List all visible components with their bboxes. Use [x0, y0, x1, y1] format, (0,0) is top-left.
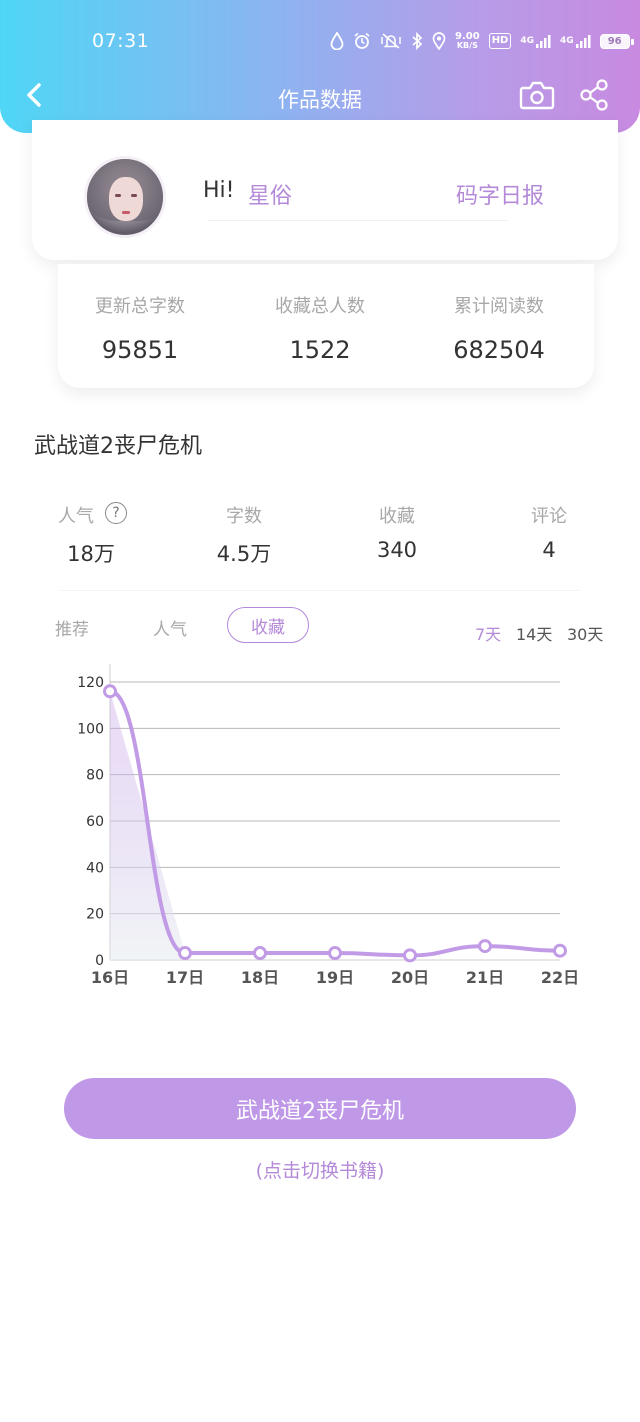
- total-reads-value: 682504: [453, 336, 545, 364]
- status-icons: 9.00 KB/S HD 4G 4G 96: [330, 30, 634, 52]
- avatar[interactable]: [84, 156, 166, 238]
- divider: [208, 220, 508, 221]
- y-tick-label: 40: [86, 860, 104, 876]
- username: 星俗: [248, 184, 293, 209]
- range-7-days[interactable]: 7天: [475, 621, 501, 645]
- x-tick-label: 16日: [91, 968, 129, 987]
- screenshot-button[interactable]: [518, 78, 556, 112]
- x-tick-label: 19日: [316, 968, 354, 987]
- avatar-lip: [122, 211, 130, 214]
- y-tick-label: 120: [77, 675, 104, 691]
- water-drop-icon: [330, 31, 344, 51]
- book-title: 武战道2丧尸危机: [34, 434, 202, 459]
- avatar-eye: [131, 194, 137, 197]
- location-icon: [432, 31, 446, 51]
- stat-favorites-value: 340: [376, 538, 418, 562]
- tab-popularity[interactable]: 人气: [153, 615, 187, 640]
- greeting: Hi!: [203, 178, 235, 203]
- total-words-label: 更新总字数: [95, 296, 185, 317]
- data-point: [253, 946, 267, 961]
- x-tick-label: 17日: [166, 968, 204, 987]
- alarm-icon: [353, 31, 371, 51]
- total-favorites-label: 收藏总人数: [275, 296, 365, 317]
- y-tick-label: 100: [77, 721, 104, 737]
- total-favorites-value: 1522: [289, 336, 351, 364]
- signal-icon: 4G: [520, 31, 551, 51]
- hd-badge: HD: [488, 33, 512, 49]
- daily-report-link[interactable]: 码字日报: [456, 178, 544, 210]
- data-point: [403, 948, 417, 963]
- favorites-line-chart: 0 20 40 60 80 100 120 16日 17日 18日 19日 20日 21日 22日: [77, 664, 579, 987]
- switch-book-button[interactable]: 武战道2丧尸危机: [64, 1078, 576, 1139]
- x-tick-label: 18日: [241, 968, 279, 987]
- total-words-value: 95851: [101, 336, 179, 364]
- share-button[interactable]: [578, 78, 610, 112]
- y-tick-label: 0: [95, 953, 104, 969]
- stat-words-label: 字数: [226, 506, 262, 527]
- y-tick-label: 60: [86, 814, 104, 830]
- network-speed: 9.00 KB/S: [455, 31, 480, 51]
- data-point: [103, 684, 117, 699]
- bluetooth-icon: [411, 31, 423, 51]
- range-30-days[interactable]: 30天: [567, 621, 603, 645]
- switch-book-hint[interactable]: (点击切换书籍): [0, 1156, 640, 1183]
- battery-level: 96: [607, 35, 622, 47]
- data-point: [553, 943, 567, 958]
- stat-comments-label: 评论: [531, 506, 567, 527]
- data-point: [328, 946, 342, 961]
- x-tick-label: 22日: [541, 968, 579, 987]
- signal-label: 4G: [520, 36, 535, 46]
- total-reads-label: 累计阅读数: [454, 296, 544, 317]
- tab-favorites[interactable]: 收藏: [227, 607, 309, 643]
- mute-vibrate-icon: [380, 31, 402, 51]
- x-tick-label: 21日: [466, 968, 504, 987]
- help-icon[interactable]: ?: [105, 502, 127, 524]
- signal-icon: 4G: [560, 31, 591, 51]
- y-tick-label: 20: [86, 907, 104, 923]
- avatar-eye: [115, 194, 121, 197]
- network-speed-unit: KB/S: [456, 41, 478, 50]
- avatar-face: [109, 177, 143, 221]
- battery-icon: 96: [599, 33, 634, 49]
- status-bar: 07:31 9.00 KB/S HD 4G 4G 96: [0, 0, 640, 80]
- x-tick-label: 20日: [391, 968, 429, 987]
- divider: [60, 590, 580, 591]
- camera-icon: [519, 81, 555, 110]
- status-time: 07:31: [92, 30, 150, 52]
- totals-card: [58, 264, 594, 388]
- share-icon: [580, 79, 608, 111]
- data-point: [178, 946, 192, 961]
- y-tick-label: 80: [86, 768, 104, 784]
- series-line: [108, 689, 562, 958]
- header-bar: 07:31 9.00 KB/S HD 4G 4G 96 作品数据: [0, 0, 640, 133]
- stat-words-value: 4.5万: [216, 542, 272, 566]
- data-point: [478, 939, 492, 954]
- network-speed-value: 9.00: [455, 31, 480, 42]
- stat-favorites-label: 收藏: [379, 506, 415, 527]
- signal-label: 4G: [560, 36, 574, 46]
- tab-recommend[interactable]: 推荐: [55, 615, 89, 640]
- stat-popularity-value: 18万: [67, 542, 115, 566]
- stat-comments-value: 4: [542, 538, 556, 562]
- range-14-days[interactable]: 14天: [516, 621, 552, 645]
